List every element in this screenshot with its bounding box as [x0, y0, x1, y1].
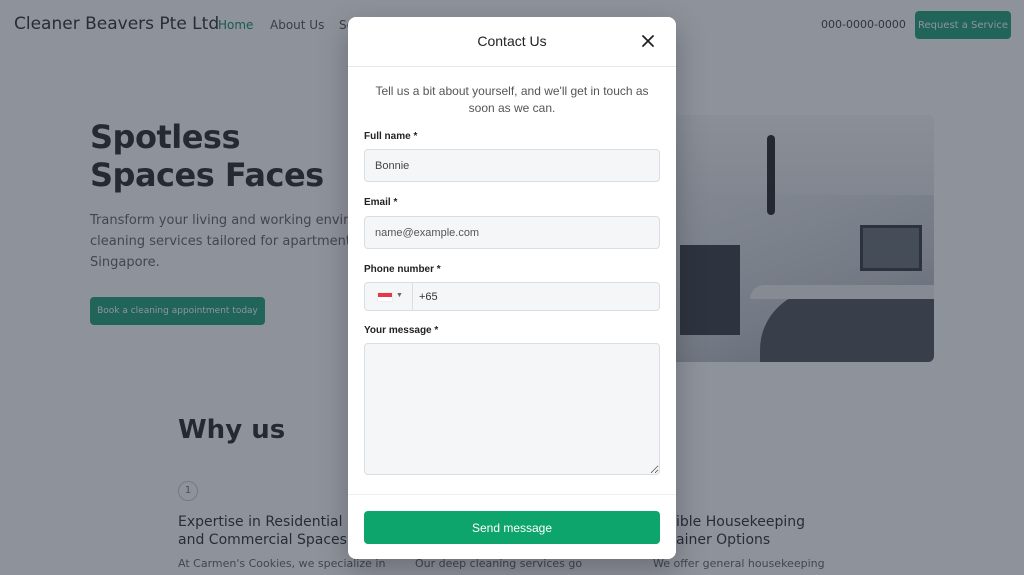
modal-footer: Send message	[348, 494, 676, 559]
modal-intro-text: Tell us a bit about yourself, and we'll …	[375, 84, 649, 115]
modal-title: Contact Us	[477, 33, 547, 49]
message-textarea[interactable]	[364, 343, 660, 475]
phone-field: ▼	[364, 282, 660, 311]
full-name-input[interactable]	[364, 149, 660, 182]
close-icon	[642, 34, 654, 47]
singapore-flag-icon	[377, 292, 393, 302]
close-button[interactable]	[638, 32, 658, 52]
full-name-label: Full name *	[364, 131, 418, 142]
phone-label: Phone number *	[364, 264, 441, 275]
contact-modal: Contact Us Tell us a bit about yourself,…	[348, 17, 676, 559]
email-input[interactable]	[364, 216, 660, 249]
modal-header: Contact Us	[348, 17, 676, 67]
phone-input[interactable]	[419, 283, 655, 310]
message-label: Your message *	[364, 325, 439, 336]
country-code-select[interactable]: ▼	[365, 283, 413, 310]
send-message-button[interactable]: Send message	[364, 511, 660, 544]
email-label: Email *	[364, 197, 398, 208]
chevron-down-icon: ▼	[396, 292, 403, 299]
